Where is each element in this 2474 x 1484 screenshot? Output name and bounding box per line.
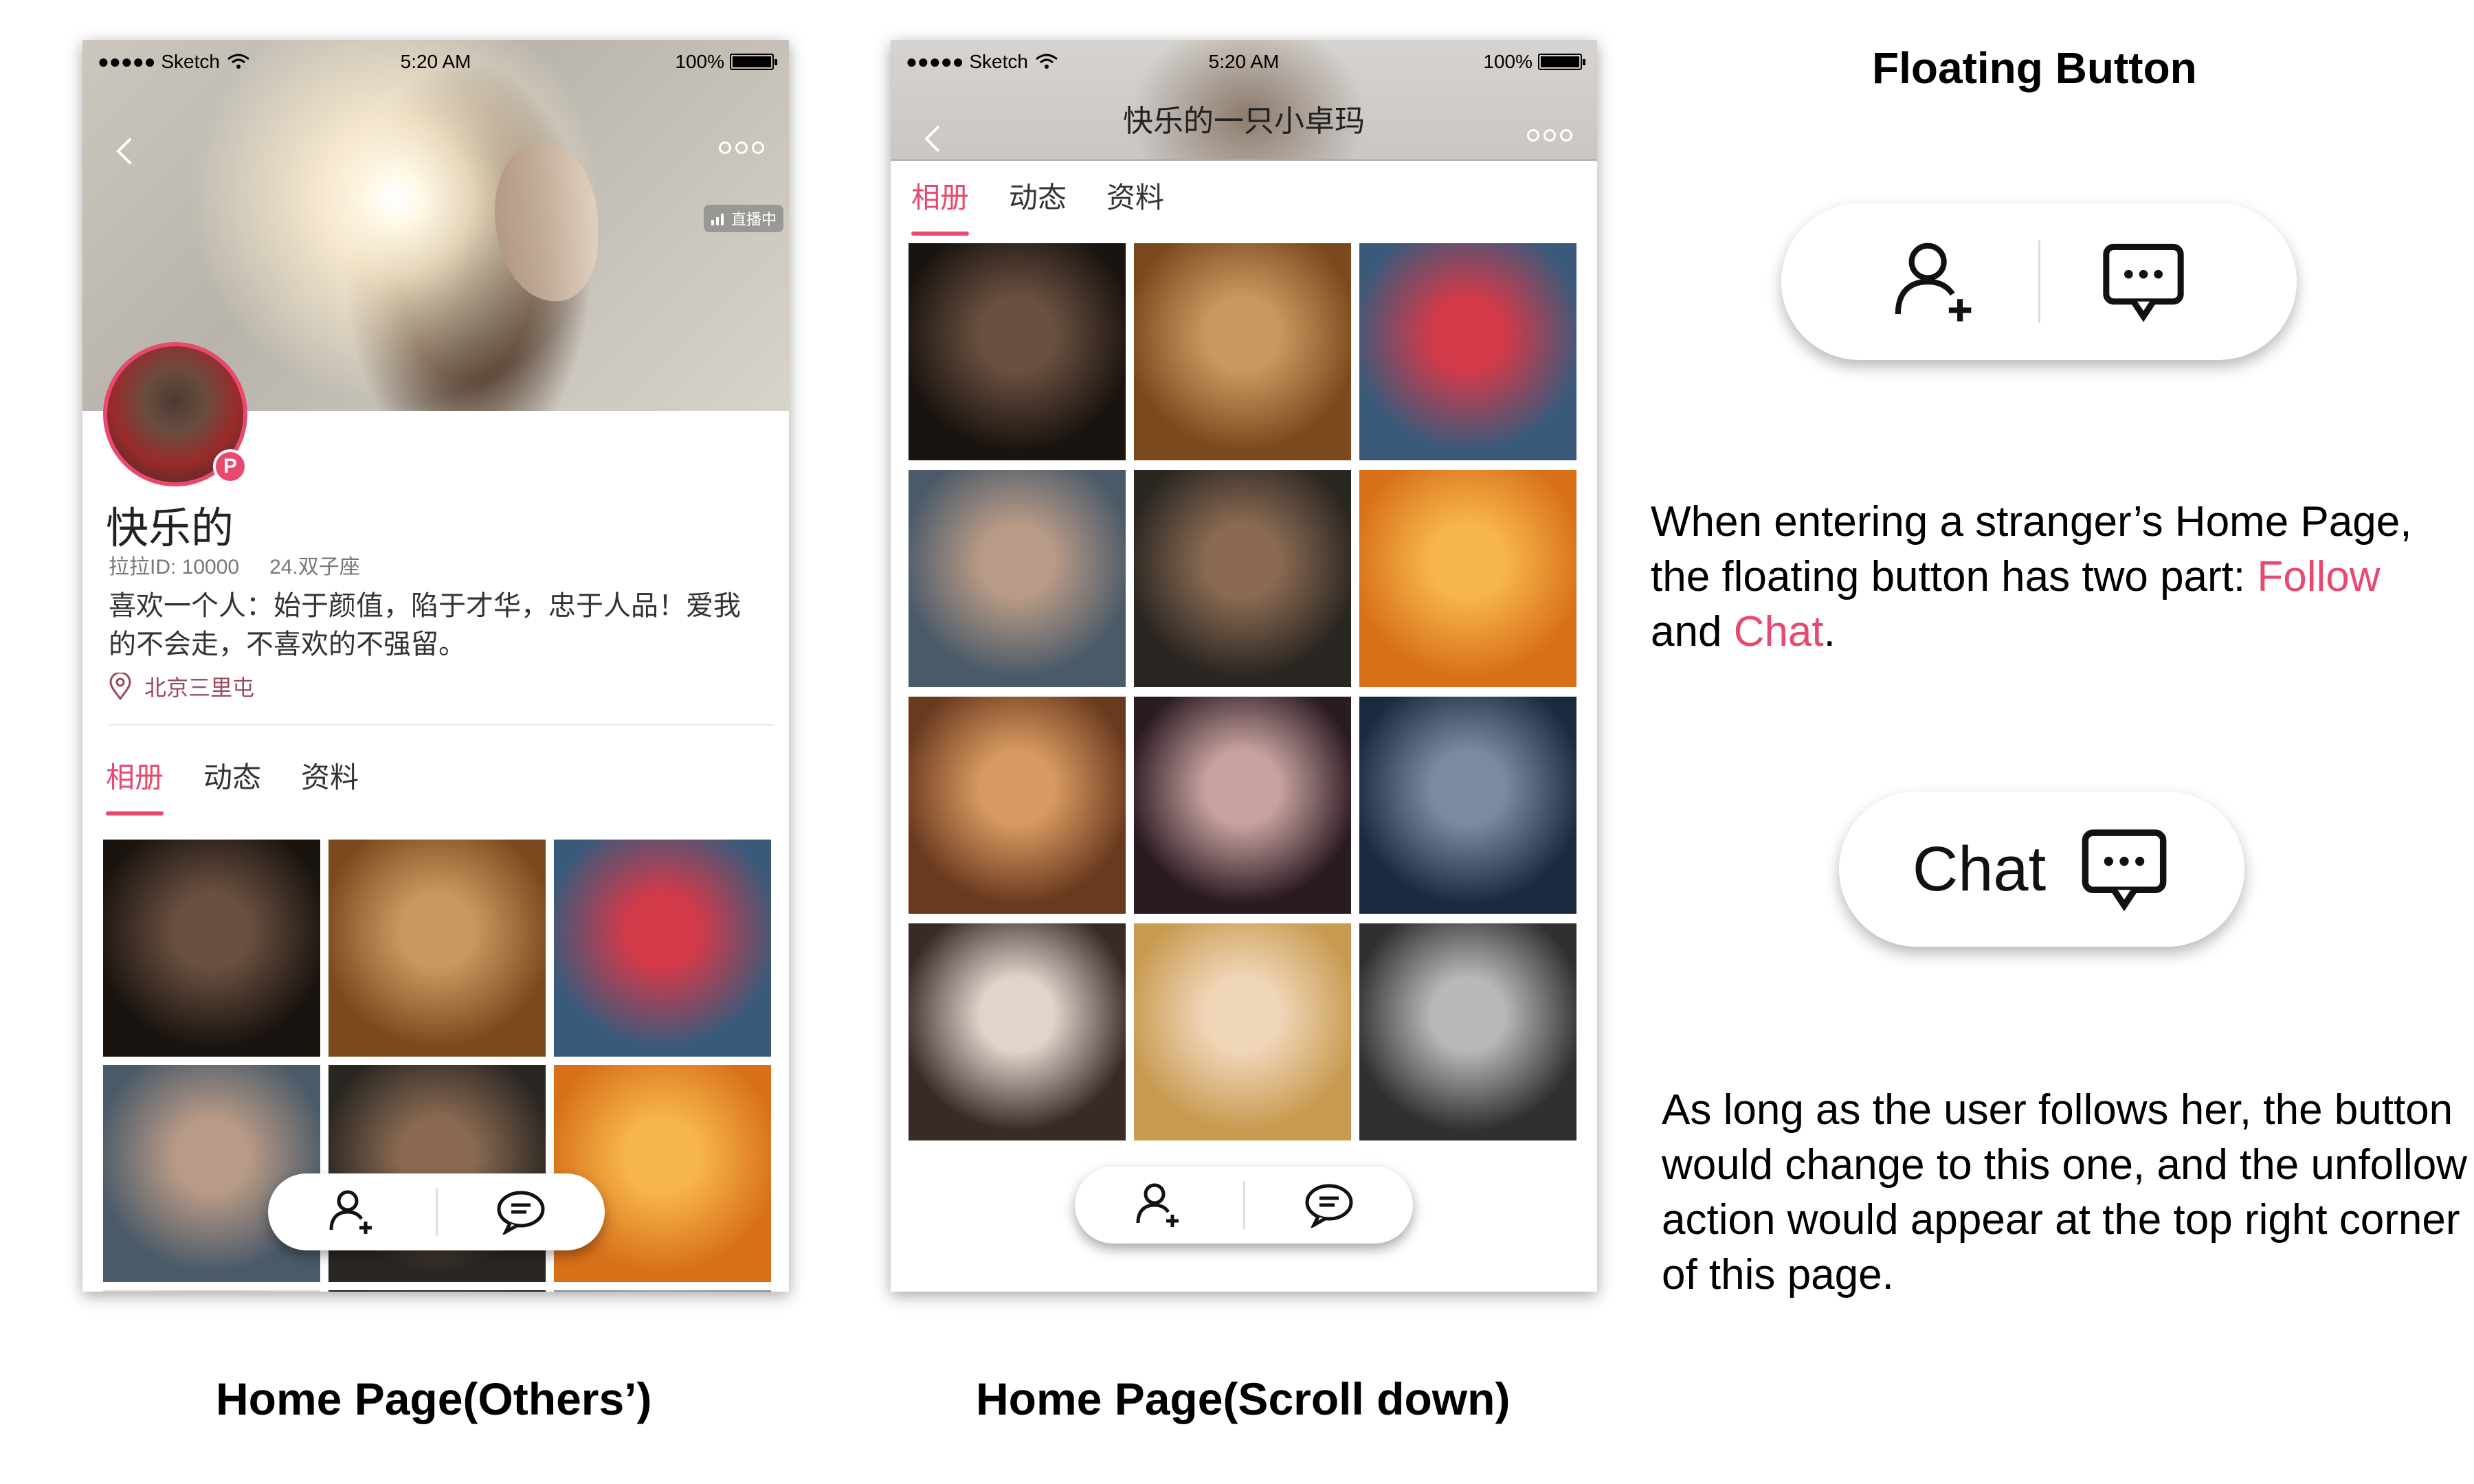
location-row: 北京三里屯 bbox=[109, 671, 254, 702]
caption-home-page-scroll: Home Page(Scroll down) bbox=[976, 1373, 1511, 1424]
carrier-label: ●●●●● Sketch bbox=[906, 51, 1028, 72]
divider bbox=[109, 724, 774, 726]
profile-tabs: 相册 动态 资料 bbox=[106, 754, 359, 816]
photo-thumbnail[interactable] bbox=[554, 840, 771, 1057]
more-options-icon[interactable] bbox=[1527, 129, 1572, 142]
chat-button[interactable] bbox=[438, 1173, 605, 1250]
battery-icon bbox=[1538, 54, 1585, 70]
chat-button-preview[interactable]: Chat bbox=[1839, 791, 2244, 947]
tab-album[interactable]: 相册 bbox=[106, 754, 164, 816]
more-options-icon[interactable] bbox=[719, 142, 764, 154]
follow-button[interactable] bbox=[1832, 237, 2038, 326]
and-text: and bbox=[1651, 608, 1734, 655]
avatar[interactable]: P bbox=[103, 342, 247, 486]
chat-square-icon bbox=[2082, 829, 2167, 912]
tab-profile-info[interactable]: 资料 bbox=[301, 754, 359, 816]
chat-button[interactable] bbox=[2040, 237, 2247, 326]
chat-button[interactable] bbox=[1245, 1167, 1414, 1244]
home-page-scroll-screen: 快乐的一只小卓玛 ●●●●● Sketch 5:20 AM 100% 相册 动态… bbox=[891, 40, 1597, 1292]
tab-profile-info[interactable]: 资料 bbox=[1106, 175, 1164, 236]
photo-thumbnail[interactable] bbox=[909, 697, 1126, 914]
profile-meta: 拉拉ID: 10000 24.双子座 bbox=[109, 550, 360, 580]
profile-tabs: 相册 动态 资料 bbox=[911, 175, 1164, 236]
lala-id: 拉拉ID: 10000 bbox=[109, 556, 240, 578]
chat-bubble-icon bbox=[497, 1191, 545, 1235]
profile-bio: 喜欢一个人：始于颜值，陷于才华，忠于人品！爱我的不会走，不喜欢的不强留。 bbox=[109, 591, 741, 660]
chat-highlight: Chat bbox=[1733, 608, 1824, 655]
photo-thumbnail[interactable] bbox=[103, 840, 320, 1057]
photo-thumbnail[interactable] bbox=[1134, 923, 1351, 1140]
add-user-icon bbox=[1895, 243, 1971, 322]
live-badge[interactable]: 直播中 bbox=[703, 205, 783, 232]
back-chevron-icon[interactable] bbox=[918, 124, 948, 154]
wifi-icon bbox=[1036, 54, 1058, 69]
photo-thumbnail[interactable] bbox=[328, 1290, 546, 1292]
caption-home-page-others: Home Page(Others’) bbox=[216, 1373, 652, 1424]
battery-percent: 100% bbox=[675, 51, 724, 72]
age-zodiac: 24.双子座 bbox=[269, 556, 360, 578]
battery-percent: 100% bbox=[1483, 51, 1533, 72]
description-follow-chat: When entering a stranger’s Home Page, th… bbox=[1651, 495, 2462, 660]
floating-button-preview bbox=[1781, 203, 2297, 360]
photo-grid bbox=[909, 243, 1576, 1140]
add-user-icon bbox=[1136, 1183, 1179, 1227]
signal-bars-icon bbox=[711, 214, 724, 225]
location-text: 北京三里屯 bbox=[144, 675, 255, 700]
photo-thumbnail[interactable] bbox=[1134, 470, 1351, 687]
panel-title: Floating Button bbox=[1872, 43, 2197, 93]
tab-moments[interactable]: 动态 bbox=[203, 754, 261, 816]
description-followed-state: As long as the user follows her, the but… bbox=[1662, 1086, 2467, 1298]
photo-thumbnail[interactable] bbox=[103, 1290, 320, 1292]
carrier-label: ●●●●● Sketch bbox=[98, 51, 220, 72]
photo-thumbnail[interactable] bbox=[554, 1290, 771, 1292]
status-bar: ●●●●● Sketch 5:20 AM 100% bbox=[891, 40, 1597, 84]
home-page-others-screen: ●●●●● Sketch 5:20 AM 100% 直播中 P 快乐的 拉拉ID… bbox=[82, 40, 789, 1292]
location-pin-icon bbox=[109, 673, 131, 700]
battery-icon bbox=[730, 54, 777, 70]
follow-highlight: Follow bbox=[2257, 553, 2381, 600]
floating-button bbox=[268, 1173, 605, 1250]
tab-moments[interactable]: 动态 bbox=[1009, 175, 1067, 236]
chat-square-icon bbox=[2102, 243, 2184, 322]
photo-thumbnail[interactable] bbox=[1134, 243, 1351, 460]
page-title: 快乐的一只小卓玛 bbox=[1123, 104, 1365, 138]
period-text: . bbox=[1823, 608, 1836, 655]
chat-bubble-icon bbox=[1305, 1184, 1353, 1228]
photo-thumbnail[interactable] bbox=[909, 923, 1126, 1140]
wifi-icon bbox=[227, 54, 249, 69]
back-chevron-icon[interactable] bbox=[110, 136, 140, 166]
photo-thumbnail[interactable] bbox=[1359, 697, 1576, 914]
photo-thumbnail[interactable] bbox=[328, 840, 546, 1057]
live-badge-label: 直播中 bbox=[731, 211, 777, 228]
chat-button-label: Chat bbox=[1912, 833, 2047, 904]
follow-button[interactable] bbox=[1075, 1167, 1243, 1244]
photo-thumbnail[interactable] bbox=[1359, 470, 1576, 687]
photo-thumbnail[interactable] bbox=[1359, 923, 1576, 1140]
floating-button bbox=[1075, 1167, 1413, 1244]
follow-button[interactable] bbox=[268, 1173, 436, 1250]
photo-thumbnail[interactable] bbox=[909, 470, 1126, 687]
photo-thumbnail[interactable] bbox=[1359, 243, 1576, 460]
tab-album[interactable]: 相册 bbox=[911, 175, 970, 236]
photo-thumbnail[interactable] bbox=[1134, 697, 1351, 914]
avatar-badge: P bbox=[213, 449, 247, 484]
add-user-icon bbox=[329, 1190, 372, 1234]
status-bar: ●●●●● Sketch 5:20 AM 100% bbox=[82, 40, 789, 84]
profile-name: 快乐的 bbox=[106, 505, 234, 552]
photo-thumbnail[interactable] bbox=[909, 243, 1126, 460]
